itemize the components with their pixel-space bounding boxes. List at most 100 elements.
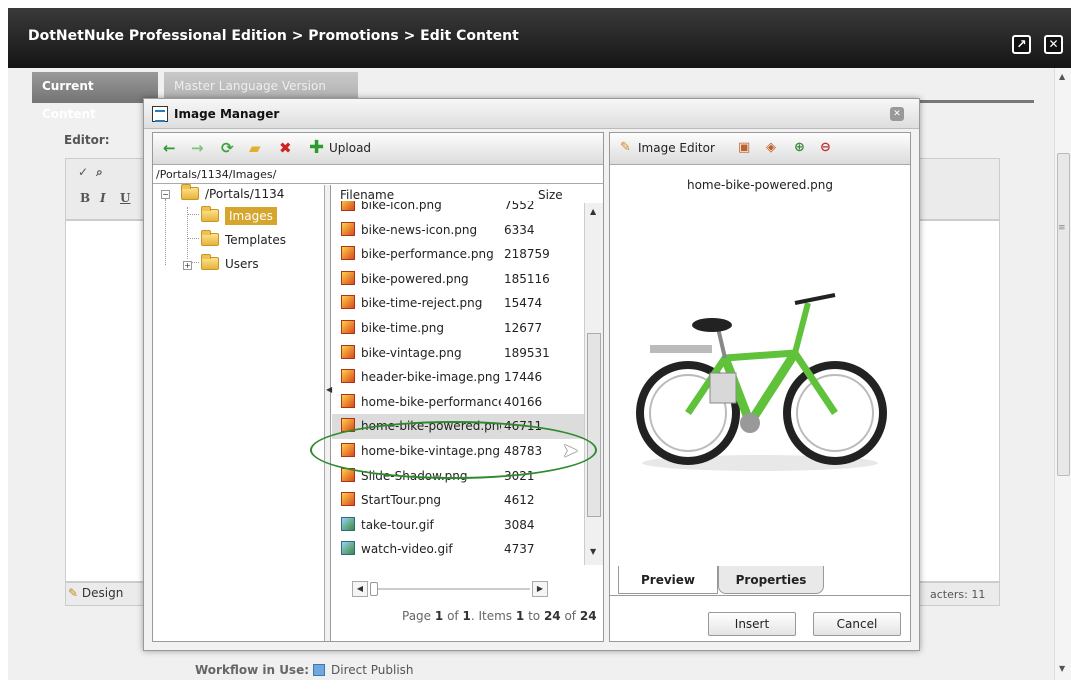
zoom-in-icon[interactable]: ⊕ <box>794 140 805 156</box>
underline-button[interactable]: U <box>120 191 130 205</box>
pager: Page 1 of 1. Items 1 to 24 of 24 <box>402 609 597 623</box>
file-row[interactable]: StartTour.png 4612 <box>332 488 584 513</box>
column-filename[interactable]: Filename <box>340 188 394 202</box>
file-list-scrollbar[interactable]: ▲ ▼ <box>584 203 603 565</box>
file-name: bike-performance.png <box>361 247 494 262</box>
file-row[interactable]: bike-time-reject.png 15474 <box>332 291 584 316</box>
new-folder-icon[interactable]: ▰ <box>249 140 261 156</box>
actual-size-icon[interactable]: ◈ <box>766 140 776 156</box>
pager-items-label: . Items <box>470 609 513 623</box>
expand-icon[interactable]: + <box>183 261 192 270</box>
scroll-up-icon[interactable]: ▲ <box>1059 72 1065 81</box>
file-size: 4612 <box>504 493 535 508</box>
file-row[interactable]: home-bike-performance.png40166 <box>332 390 584 415</box>
image-editor-toolbar: ✎ Image Editor ▣ ◈ ⊕ ⊖ <box>610 133 910 165</box>
file-name: bike-time-reject.png <box>361 296 483 311</box>
folder-tree: − /Portals/1134 Images Templates + Users <box>153 184 325 641</box>
file-row[interactable]: header-bike-image.png 17446 <box>332 365 584 390</box>
png-file-icon <box>341 369 355 384</box>
file-size: 7552 <box>504 201 535 212</box>
folder-icon <box>201 206 219 222</box>
fit-icon[interactable]: ▣ <box>738 140 750 156</box>
forward-icon[interactable]: → <box>191 140 204 156</box>
delete-icon[interactable]: ✖ <box>279 140 292 156</box>
file-name: header-bike-image.png <box>361 370 501 385</box>
scroll-up-icon[interactable]: ▲ <box>590 207 596 216</box>
italic-button[interactable]: I <box>100 191 106 205</box>
file-row[interactable]: watch-video.gif 4737 <box>332 537 584 562</box>
pager-page: 1 <box>434 609 444 623</box>
tab-current-content[interactable]: Current Content <box>32 72 158 121</box>
bike-preview-image <box>636 293 887 471</box>
scroll-right-icon[interactable]: ▶ <box>532 581 548 597</box>
find-icon[interactable]: ⌕ <box>96 165 103 180</box>
window-title: DotNetNuke Professional Edition > Promot… <box>28 28 519 44</box>
file-size: 12677 <box>504 321 543 335</box>
tree-line <box>187 214 199 215</box>
scrollbar-thumb[interactable] <box>587 333 601 517</box>
cancel-button[interactable]: Cancel <box>813 612 901 636</box>
png-file-icon <box>341 344 355 359</box>
pager-page-label: Page <box>402 609 432 623</box>
file-row[interactable]: bike-vintage.png 189531 <box>332 341 584 366</box>
gif-file-icon <box>341 541 355 556</box>
tab-properties[interactable]: Properties <box>718 566 824 594</box>
page-scrollbar[interactable]: ▲ ≡ ▼ <box>1054 68 1071 680</box>
close-icon[interactable]: ✕ <box>1044 35 1063 54</box>
tree-node-label: Users <box>225 257 259 271</box>
tree-node-row: /Portals/1134 <box>181 184 284 201</box>
design-tab[interactable]: ✎ Design <box>68 586 123 600</box>
scroll-down-icon[interactable]: ▼ <box>1059 664 1065 673</box>
upload-button[interactable]: Upload <box>329 141 371 155</box>
png-file-icon <box>341 320 355 334</box>
tree-node-templates[interactable]: Templates <box>201 230 286 253</box>
file-size: 15474 <box>504 296 543 311</box>
pager-pages: 1 <box>462 609 471 623</box>
scrollbar-thumb[interactable] <box>1057 153 1070 476</box>
tab-master-language-version[interactable]: Master Language Version <box>164 72 358 100</box>
collapse-icon[interactable]: − <box>161 190 170 199</box>
file-size: 17446 <box>504 370 543 385</box>
spellcheck-icon[interactable]: ✓ <box>78 165 88 179</box>
file-row[interactable]: take-tour.gif 3084 <box>332 513 584 538</box>
preview-filename: home-bike-powered.png <box>686 178 833 192</box>
pencil-icon: ✎ <box>68 586 79 600</box>
file-row[interactable]: bike-icon.png 7552 <box>332 201 584 218</box>
upload-icon[interactable]: ✚ <box>309 139 324 157</box>
image-editor-button[interactable]: Image Editor <box>638 141 715 155</box>
file-row[interactable]: bike-performance.png 218759 <box>332 242 584 267</box>
file-size: 189531 <box>504 345 550 360</box>
refresh-icon[interactable]: ⟳ <box>221 140 234 156</box>
insert-button[interactable]: Insert <box>708 612 796 636</box>
scrollbar-thumb[interactable] <box>370 582 378 596</box>
character-count: acters: 11 <box>930 588 986 601</box>
file-row[interactable]: bike-time.png 12677 <box>332 316 584 341</box>
zoom-out-icon[interactable]: ⊖ <box>820 140 831 156</box>
png-file-icon <box>341 492 355 507</box>
tree-node-images[interactable]: Images <box>201 206 277 229</box>
dialog-close-icon[interactable]: ✕ <box>890 107 904 121</box>
pane-splitter[interactable]: ◀ <box>325 185 332 641</box>
scroll-down-icon[interactable]: ▼ <box>590 547 596 556</box>
image-editor-icon[interactable]: ✎ <box>620 140 631 156</box>
dialog-titlebar: Image Manager ✕ <box>144 99 919 129</box>
file-name: home-bike-performance.png <box>361 394 501 409</box>
maximize-icon[interactable]: ↗ <box>1012 35 1031 54</box>
tab-preview[interactable]: Preview <box>618 566 718 594</box>
preview-tabs: Preview Properties <box>618 566 904 594</box>
png-file-icon <box>341 393 355 408</box>
bold-button[interactable]: B <box>80 191 90 205</box>
file-row[interactable]: bike-news-icon.png 6334 <box>332 218 584 243</box>
scroll-left-icon[interactable]: ◀ <box>352 581 368 597</box>
file-list-hscrollbar[interactable]: ◀ ▶ <box>352 581 552 597</box>
help-icon[interactable] <box>313 664 326 676</box>
tree-line <box>165 199 166 265</box>
pager-total: 24 <box>579 609 597 623</box>
gif-file-icon <box>341 516 355 531</box>
back-icon[interactable]: ← <box>163 140 176 156</box>
file-row[interactable]: bike-powered.png 185116 <box>332 267 584 292</box>
file-name: watch-video.gif <box>361 542 453 557</box>
file-name: bike-time.png <box>361 321 444 335</box>
folder-icon <box>201 254 219 270</box>
column-size[interactable]: Size <box>538 188 563 202</box>
